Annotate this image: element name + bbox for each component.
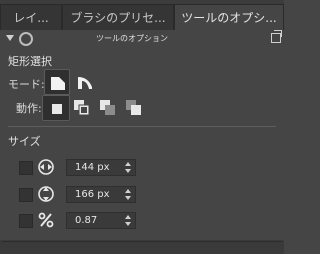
percent-icon [38,212,54,228]
increment-arrow-icon[interactable] [125,162,131,166]
tab-layers[interactable]: レイ... [0,4,62,30]
action-replace-button[interactable] [42,95,70,121]
width-checkbox[interactable] [19,161,33,175]
height-value: 166 px [75,189,110,200]
section-divider [8,126,276,127]
size-section-title: サイズ [8,135,41,148]
tool-name: 矩形選択 [8,55,52,68]
height-checkbox[interactable] [19,188,33,202]
tab-tool-options[interactable]: ツールのオプシ... [174,4,284,30]
action-intersect-button[interactable] [120,95,148,121]
panel-menu-icon[interactable] [271,30,282,43]
mode-rect-icon [51,77,65,90]
replace-icon [52,104,62,114]
mode-round-button[interactable] [72,69,98,95]
tab-brush-presets[interactable]: ブラシのプリセ... [62,4,174,30]
panel-bottom [0,240,284,254]
resize-grip[interactable] [2,241,282,242]
collapse-arrow-icon[interactable] [6,35,14,41]
add-icon [74,100,90,116]
height-arrows-icon [38,186,54,202]
action-label: 動作: [16,102,42,115]
width-spinbutton[interactable]: 144 px [66,159,136,176]
ratio-value: 0.87 [75,215,98,226]
ratio-checkbox[interactable] [19,214,33,228]
dock-tab-bar: レイ... ブラシのプリセ... ツールのオプシ... [0,0,284,30]
height-spinbutton[interactable]: 166 px [66,186,136,203]
intersect-icon [126,100,141,115]
decrement-arrow-icon[interactable] [125,222,131,226]
mode-label: モード: [8,78,45,91]
panel-header: ツールのオプション [0,30,284,48]
mode-rect-button[interactable] [44,69,70,95]
increment-arrow-icon[interactable] [125,189,131,193]
panel-title: ツールのオプション [96,34,168,43]
mode-round-icon [78,77,92,89]
decrement-arrow-icon[interactable] [125,196,131,200]
reset-tool-icon[interactable] [19,32,33,46]
width-value: 144 px [75,162,110,173]
subtract-icon [100,100,115,115]
ratio-spinbutton[interactable]: 0.87 [66,212,136,229]
decrement-arrow-icon[interactable] [125,169,131,173]
increment-arrow-icon[interactable] [125,215,131,219]
action-add-button[interactable] [68,95,96,121]
width-arrows-icon [38,159,54,175]
action-subtract-button[interactable] [94,95,122,121]
